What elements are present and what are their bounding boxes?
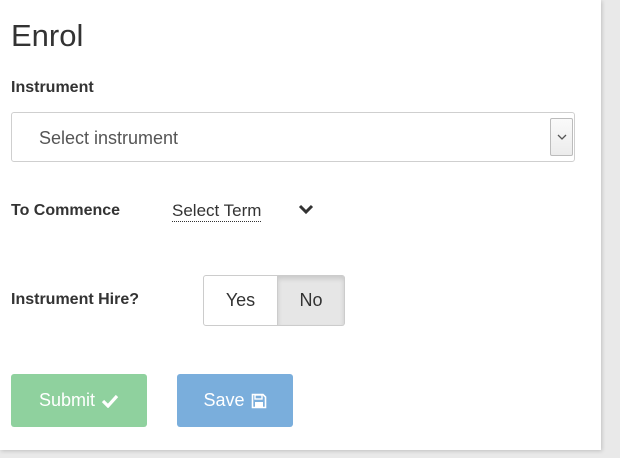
chevron-down-icon	[557, 134, 567, 140]
save-label: Save	[203, 390, 245, 410]
commence-label: To Commence	[11, 202, 121, 219]
select-dropdown-button[interactable]	[550, 118, 573, 156]
instrument-select-value: Select instrument	[39, 128, 179, 148]
save-button[interactable]: Save	[177, 374, 293, 427]
floppy-disk-icon	[251, 393, 266, 408]
instrument-label: Instrument	[11, 79, 94, 96]
select-term-link[interactable]: Select Term	[172, 201, 262, 222]
chevron-down-icon[interactable]	[298, 204, 314, 216]
hire-yes-button[interactable]: Yes	[203, 275, 278, 326]
instrument-select[interactable]: Select instrument	[11, 112, 575, 162]
submit-button[interactable]: Submit	[11, 374, 147, 427]
page-title: Enrol	[11, 18, 84, 53]
instrument-hire-toggle: Yes No	[203, 275, 345, 326]
submit-label: Submit	[38, 390, 96, 410]
check-icon	[101, 394, 119, 408]
hire-no-button[interactable]: No	[278, 275, 345, 326]
enrol-panel: Enrol Instrument Select instrument To Co…	[0, 0, 601, 450]
instrument-hire-label: Instrument Hire?	[11, 291, 140, 308]
